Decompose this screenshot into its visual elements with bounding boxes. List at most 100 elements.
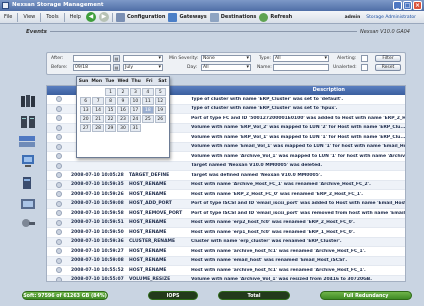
forward-arrow-icon[interactable]: ▶ <box>98 12 109 22</box>
gateway-icon[interactable] <box>20 196 36 212</box>
calendar-day[interactable]: 1 <box>104 88 117 96</box>
menu-help[interactable]: Help <box>68 14 83 20</box>
window-title: Nexsan Storage Management <box>12 2 104 8</box>
calendar-day[interactable]: 4 <box>142 88 154 96</box>
calendar-day[interactable]: 9 <box>117 97 129 105</box>
timestamp-cell: 2008-07-10 10:55:52 <box>71 267 124 273</box>
description-cell: Type of cluster with name 'ERP_Cluster' … <box>191 96 344 102</box>
severity-icon <box>56 105 62 112</box>
network-icon[interactable] <box>20 153 36 169</box>
calendar-day[interactable]: 27 <box>80 124 92 132</box>
type-cell: HOST_RENAME <box>129 258 167 264</box>
calendar-day[interactable]: 18 <box>142 106 154 114</box>
calendar-day[interactable]: 23 <box>117 115 129 123</box>
calendar-day[interactable]: 22 <box>104 115 117 123</box>
disk-array-icon[interactable] <box>18 133 35 149</box>
unalerted-checkbox[interactable] <box>361 64 368 71</box>
before-date-input[interactable]: 09/18 <box>73 64 111 71</box>
after-month-select[interactable] <box>123 55 163 62</box>
type-select[interactable]: All <box>273 55 329 62</box>
before-month-select[interactable]: July <box>123 64 163 71</box>
calendar-day[interactable]: 12 <box>154 97 166 105</box>
user-role: Storage Administrator <box>366 14 416 20</box>
calendar-day[interactable]: 29 <box>104 124 117 132</box>
calendar-day[interactable]: 28 <box>92 124 104 132</box>
menubar: File View Tools Help ◀ ▶ Configuration G… <box>0 11 424 24</box>
calendar-day[interactable]: 24 <box>129 115 142 123</box>
table-row[interactable]: 2008-07-10 10:59:08 HOST_ADD_PORT Port of … <box>47 199 405 209</box>
configuration-button[interactable]: Configuration <box>115 12 165 22</box>
storage-cluster-icon[interactable] <box>20 93 36 109</box>
alerting-checkbox[interactable] <box>361 55 368 62</box>
menu-separator <box>63 12 65 22</box>
timestamp-cell: 2008-07-10 10:59:08 <box>71 201 124 207</box>
table-row[interactable]: Target named 'Nexsan V10.0 MM0005' was d… <box>47 161 405 171</box>
calendar-day[interactable]: 10 <box>129 97 142 105</box>
servers-icon[interactable] <box>20 114 36 130</box>
calendar-day[interactable]: 19 <box>154 106 166 114</box>
calendar-day[interactable]: 30 <box>117 124 129 132</box>
alerting-label: Alerting: <box>337 56 357 61</box>
header-rule <box>49 31 357 32</box>
menu-tools[interactable]: Tools <box>44 14 60 20</box>
table-row[interactable]: 2008-07-10 10:59:51 HOST_RENAME Host with … <box>47 218 405 228</box>
refresh-button[interactable]: Refresh <box>259 12 292 22</box>
calendar-day[interactable]: 13 <box>80 106 92 114</box>
table-row[interactable]: 2008-07-10 10:59:50 HOST_RENAME Host with … <box>47 228 405 238</box>
description-column-header[interactable]: Description <box>313 86 345 95</box>
table-row[interactable]: 2008-07-10 10:59:08 HOST_RENAME Host with … <box>47 256 405 266</box>
before-calendar-icon[interactable]: ▤ <box>113 64 120 71</box>
table-row[interactable]: 2008-07-10 10:59:27 HOST_RENAME Host with … <box>47 247 405 257</box>
calendar-day[interactable]: 6 <box>80 97 92 105</box>
type-cell: HOST_RENAME <box>129 267 167 273</box>
calendar-day[interactable]: 25 <box>142 115 154 123</box>
day-select[interactable]: All <box>201 64 251 71</box>
close-button[interactable]: × <box>413 1 422 10</box>
calendar-day[interactable]: 14 <box>92 106 104 114</box>
window-titlebar: Nexsan Storage Management _ □ × <box>0 0 424 11</box>
calendar-day[interactable]: 17 <box>129 106 142 114</box>
calendar-day[interactable]: 7 <box>92 97 104 105</box>
table-row[interactable]: 2008-07-10 10:59:58 HOST_REMOVE_PORT Port … <box>47 209 405 219</box>
table-row[interactable]: 2008-07-10 10:55:52 HOST_RENAME Host with … <box>47 266 405 276</box>
calendar-day[interactable]: 26 <box>154 115 166 123</box>
back-arrow-icon[interactable]: ◀ <box>85 12 96 22</box>
app-icon <box>2 2 9 9</box>
min-severity-select[interactable]: None <box>201 55 251 62</box>
calendar-day[interactable]: 15 <box>104 106 117 114</box>
type-cell: VOLUME_RESIZE <box>129 277 171 282</box>
calendar-day[interactable]: 8 <box>104 97 117 105</box>
calendar-day[interactable]: 11 <box>142 97 154 105</box>
table-row[interactable]: 2008-07-10 10:59:35 HOST_RENAME Host with … <box>47 180 405 190</box>
severity-icon <box>56 200 62 207</box>
reset-button[interactable]: Reset <box>375 64 401 71</box>
after-calendar-icon[interactable]: ▤ <box>113 55 120 62</box>
host-icon[interactable] <box>20 175 36 191</box>
calendar-day[interactable]: 2 <box>117 88 129 96</box>
timestamp-cell: 2008-07-10 10:05:28 <box>71 172 124 178</box>
calendar-day[interactable]: 21 <box>92 115 104 123</box>
table-row[interactable]: 2008-07-10 10:05:28 TARGET_DEFINE Target w… <box>47 171 405 181</box>
calendar-day[interactable]: 16 <box>117 106 129 114</box>
calendar-day[interactable]: 20 <box>80 115 92 123</box>
type-cell: HOST_RENAME <box>129 229 167 235</box>
menu-view[interactable]: View <box>21 14 37 20</box>
severity-icon <box>56 162 62 169</box>
maximize-button[interactable]: □ <box>403 1 412 10</box>
gateways-button[interactable]: Gateways <box>168 12 207 22</box>
table-row[interactable]: 2008-07-10 10:59:26 HOST_RENAME Host with … <box>47 190 405 200</box>
calendar-day[interactable]: 3 <box>129 88 142 96</box>
menu-file[interactable]: File <box>2 14 14 20</box>
description-cell: Target was defined named 'Nexsan V10.0 M… <box>191 172 322 178</box>
destinations-button[interactable]: Destinations <box>209 12 256 22</box>
table-row[interactable]: 2008-07-10 10:55:07 VOLUME_RESIZE Volume w… <box>47 275 405 282</box>
calendar-day[interactable]: 31 <box>129 124 142 132</box>
calendar-day[interactable]: 5 <box>154 88 166 96</box>
after-date-input[interactable] <box>73 55 111 62</box>
weekday-label: Wed <box>117 79 129 84</box>
name-input[interactable] <box>273 64 329 71</box>
table-row[interactable]: 2008-07-10 10:59:36 CLUSTER_RENAME Cluster… <box>47 237 405 247</box>
minimize-button[interactable]: _ <box>393 1 402 10</box>
tools-icon[interactable] <box>20 215 36 231</box>
filter-button[interactable]: Filter <box>375 55 401 62</box>
